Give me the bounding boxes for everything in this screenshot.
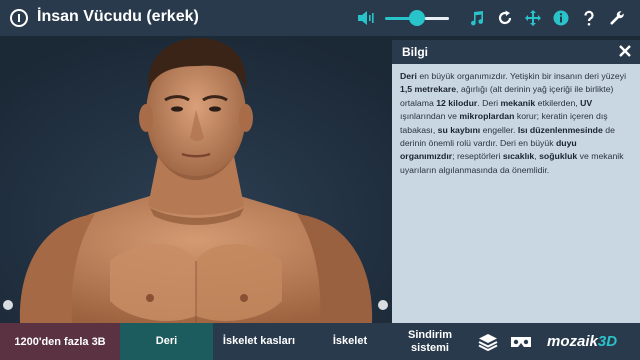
info-icon[interactable] <box>10 9 28 27</box>
music-icon[interactable] <box>468 9 486 27</box>
tab-iskelet-kaslari[interactable]: İskelet kasları <box>213 323 305 360</box>
settings-icon[interactable] <box>608 9 626 27</box>
layers-icon[interactable] <box>478 332 498 352</box>
move-icon[interactable] <box>524 9 542 27</box>
bottom-bar: 1200'den fazla 3B Deri İskelet kasları İ… <box>0 323 640 360</box>
info-text-run: etkilerden, <box>535 97 581 108</box>
info-text-bold: sıcaklık <box>502 151 535 162</box>
info-panel-text: Deri en büyük organımızdır. Yetişkin bir… <box>400 70 632 177</box>
info-text-run: engeller. <box>480 124 518 135</box>
top-bar: İnsan Vücudu (erkek) <box>0 0 640 36</box>
info-text-run: ; reseptörleri <box>452 151 503 162</box>
tab-iskelet[interactable]: İskelet <box>305 323 395 360</box>
info-filled-icon[interactable] <box>552 9 570 27</box>
tab-sindirim-sistemi[interactable]: Sindirim sistemi <box>395 323 465 360</box>
info-text-bold: soğukluk <box>539 151 578 162</box>
info-text-bold: su kaybını <box>437 124 481 135</box>
volume-slider-handle[interactable] <box>409 10 425 26</box>
app-title: İnsan Vücudu (erkek) <box>37 8 199 25</box>
info-text-bold: Deri <box>400 71 417 81</box>
right-nav-dot[interactable] <box>378 300 388 310</box>
left-nav-dot[interactable] <box>3 300 13 310</box>
volume-icon[interactable] <box>357 10 375 26</box>
mozaik3d-logo: mozaik3D <box>547 333 617 350</box>
help-icon[interactable] <box>580 9 598 27</box>
info-text-run: . Deri <box>477 97 501 108</box>
logo-main-text: mozaik <box>547 333 598 350</box>
info-panel: Bilgi Deri en büyük organımızdır. Yetişk… <box>392 40 640 323</box>
vr-headset-icon[interactable] <box>509 332 533 352</box>
model-count-label[interactable]: 1200'den fazla 3B <box>0 323 120 360</box>
info-text-bold: 1,5 metrekare <box>400 84 457 95</box>
info-text-bold: mikroplardan <box>459 111 515 122</box>
info-text-bold: 12 kilodur <box>436 97 478 108</box>
logo-accent-text: 3D <box>597 333 618 350</box>
info-text-bold: mekanik <box>500 97 536 108</box>
close-icon[interactable] <box>618 44 632 58</box>
info-panel-header: Bilgi <box>392 40 640 64</box>
info-text-run: ışınlarından ve <box>400 111 460 122</box>
info-text-bold: UV <box>580 97 593 108</box>
info-text-bold: Isı düzenlenmesinde <box>517 124 603 135</box>
model-viewport[interactable] <box>0 36 392 323</box>
tab-deri[interactable]: Deri <box>120 323 213 360</box>
reset-icon[interactable] <box>496 9 514 27</box>
male-body-model <box>0 36 392 323</box>
info-text-run: en büyük organımızdır. Yetişkin bir insa… <box>416 71 627 81</box>
info-panel-title: Bilgi <box>402 45 428 59</box>
